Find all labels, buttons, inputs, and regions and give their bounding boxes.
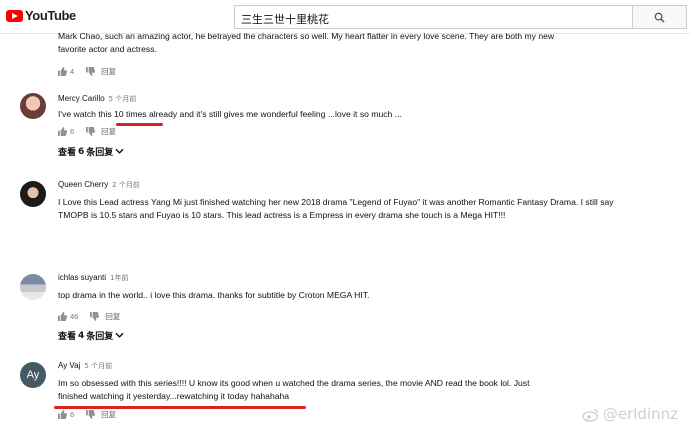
comment-text: top drama in the world.. i love this dra… bbox=[58, 290, 370, 300]
like-count: 6 bbox=[70, 127, 75, 137]
search-input[interactable]: 三生三世十里桃花 bbox=[234, 5, 632, 29]
like-count: 46 bbox=[70, 312, 79, 322]
avatar[interactable]: Ay bbox=[20, 362, 46, 388]
comment-meta: Ay Vaj 5 个月前 bbox=[58, 360, 680, 371]
comment-text: I Love this Lead actress Yang Mi just fi… bbox=[58, 197, 614, 220]
comment-text: Im so obsessed with this series!!!! U kn… bbox=[58, 378, 530, 401]
reply-button[interactable]: 回复 bbox=[105, 311, 120, 322]
thumbs-up-icon[interactable] bbox=[58, 312, 67, 322]
timestamp[interactable]: 5 个月前 bbox=[84, 362, 112, 370]
search-icon bbox=[654, 12, 665, 23]
comment-actions: 6 回复 bbox=[58, 126, 680, 138]
watermark: @erldinnz bbox=[582, 405, 678, 423]
reply-button[interactable]: 回复 bbox=[101, 66, 116, 77]
thumbs-up-icon[interactable] bbox=[58, 409, 67, 419]
timestamp[interactable]: 5 个月前 bbox=[109, 95, 137, 103]
reply-button[interactable]: 回复 bbox=[101, 126, 116, 137]
thumbs-up-icon[interactable] bbox=[58, 66, 67, 76]
comment-meta: Queen Cherry 2 个月前 bbox=[58, 179, 680, 190]
reply-button[interactable]: 回复 bbox=[101, 409, 116, 420]
thumbs-up-icon[interactable] bbox=[58, 127, 67, 137]
like-count: 4 bbox=[70, 66, 75, 76]
thumbs-down-icon[interactable] bbox=[86, 127, 96, 137]
author-name[interactable]: Mercy Carillo bbox=[58, 94, 105, 103]
annotation-underline bbox=[116, 123, 163, 126]
avatar-initials: Ay bbox=[26, 369, 40, 381]
top-bar: YouTube 三生三世十里桃花 bbox=[0, 0, 690, 34]
search-button[interactable] bbox=[632, 5, 687, 29]
avatar[interactable] bbox=[20, 274, 46, 300]
author-name[interactable]: Queen Cherry bbox=[58, 180, 108, 189]
timestamp[interactable]: 2 个月前 bbox=[112, 181, 140, 189]
author-name[interactable]: ichlas suyanti bbox=[58, 273, 106, 282]
comment-meta: Mercy Carillo 5 个月前 bbox=[58, 93, 680, 104]
thumbs-down-icon[interactable] bbox=[90, 312, 100, 322]
view-replies-button[interactable]: 查看 4 条回复 bbox=[58, 330, 680, 342]
youtube-logo[interactable]: YouTube bbox=[6, 8, 76, 23]
annotation-underline bbox=[54, 406, 306, 409]
chevron-down-icon bbox=[115, 332, 124, 338]
avatar[interactable] bbox=[20, 181, 46, 207]
watermark-text: @erldinnz bbox=[602, 405, 678, 423]
comment-meta: ichlas suyanti 1年前 bbox=[58, 272, 680, 283]
highlighted-text: 10 times bbox=[114, 109, 147, 119]
comment-text: Mark Chao, such an amazing actor, he bet… bbox=[58, 31, 555, 54]
weibo-icon bbox=[582, 408, 598, 422]
comment-text: I've watch this 10 times already and it'… bbox=[58, 109, 402, 119]
view-replies-button[interactable]: 查看 6 条回复 bbox=[58, 146, 680, 158]
chevron-down-icon bbox=[115, 148, 124, 154]
comment-actions: 4 回复 bbox=[58, 65, 680, 77]
thumbs-down-icon[interactable] bbox=[86, 66, 96, 76]
timestamp[interactable]: 1年前 bbox=[110, 274, 128, 282]
like-count: 6 bbox=[70, 409, 75, 419]
avatar[interactable] bbox=[20, 93, 46, 119]
author-name[interactable]: Ay Vaj bbox=[58, 361, 80, 370]
comment-actions: 46 回复 bbox=[58, 311, 680, 323]
thumbs-down-icon[interactable] bbox=[86, 409, 96, 419]
youtube-play-icon bbox=[6, 9, 23, 22]
logo-text: YouTube bbox=[25, 8, 76, 23]
